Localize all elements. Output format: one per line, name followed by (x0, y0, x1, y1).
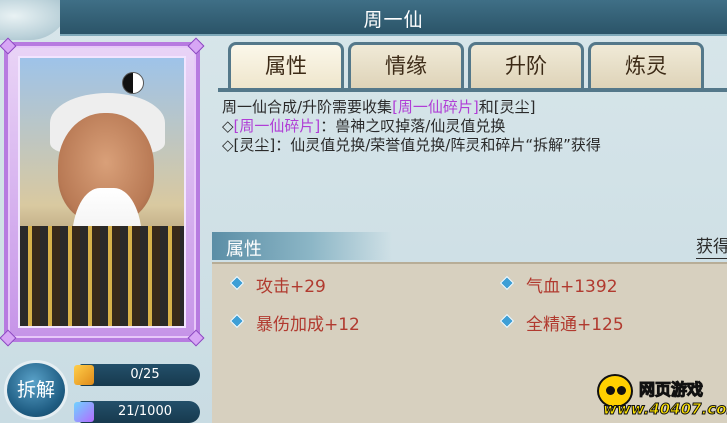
fragment-icon (74, 365, 94, 385)
logo-eye-icon (606, 386, 615, 395)
diamond-icon (499, 313, 515, 329)
description-line-1: 周一仙合成/升阶需要收集[周一仙碎片]和[灵尘] (222, 98, 727, 117)
diamond-icon (499, 275, 515, 291)
attribute-attack: 攻击+29 (256, 277, 326, 297)
description-line-1-text: 周一仙合成/升阶需要收集 (222, 98, 393, 116)
diamond-icon (229, 275, 245, 291)
character-portrait (18, 56, 186, 328)
card-corner-gem-icon (0, 329, 17, 347)
window-title: 周一仙 (363, 9, 424, 31)
attribute-crit-damage: 暴伤加成+12 (256, 315, 360, 335)
description-line-2-text: ：兽神之叹掉落/仙灵值兑换 (320, 117, 506, 135)
logo-eye-icon (617, 386, 626, 395)
title-bar: 周一仙 (60, 0, 727, 36)
tab-attributes[interactable]: 属性 (228, 42, 344, 88)
attribute-mastery: 全精通+125 (526, 315, 624, 335)
description-line-3: ◇[灵尘]：仙灵值兑换/荣誉值兑换/阵灵和碎片“拆解”获得 (222, 136, 601, 154)
description-line-1-tail: 和[灵尘] (478, 98, 536, 116)
tab-affinity[interactable]: 情缘 (348, 42, 464, 88)
decompose-button[interactable]: 拆解 (4, 360, 68, 420)
yinyang-icon (122, 72, 144, 94)
spirit-dust-icon (74, 402, 94, 422)
tab-refine[interactable]: 炼灵 (588, 42, 704, 88)
logo-text-bottom: www.40407.com (602, 400, 727, 419)
fragment-link[interactable]: [周一仙碎片] (392, 98, 479, 116)
obtain-link[interactable]: 获得 (696, 236, 727, 259)
attribute-health: 气血+1392 (526, 277, 618, 297)
character-card[interactable] (0, 37, 205, 347)
tab-advance[interactable]: 升阶 (468, 42, 584, 88)
tab-underline (218, 88, 727, 92)
description-line-2: ◇[周一仙碎片]：兽神之叹掉落/仙灵值兑换 (222, 117, 727, 136)
attribute-header-label: 属性 (226, 239, 262, 260)
game-window: 周一仙 拆解 0/25 21/1000 属性 情缘 升阶 炼灵 周一仙合成/升阶… (0, 0, 727, 423)
spirit-dust-count: 21/1000 (80, 401, 200, 423)
diamond-icon (229, 313, 245, 329)
card-corner-gem-icon (187, 329, 205, 347)
fragment-source-link[interactable]: [周一仙碎片] (234, 117, 321, 135)
site-logo: 网页游戏 www.40407.com (595, 370, 727, 423)
card-corner-gem-icon (0, 37, 17, 55)
bullet-icon: ◇ (222, 117, 234, 135)
logo-text-top: 网页游戏 (638, 380, 704, 400)
card-corner-gem-icon (187, 37, 205, 55)
description-text: 周一仙合成/升阶需要收集[周一仙碎片]和[灵尘] ◇[周一仙碎片]：兽神之叹掉落… (222, 98, 727, 155)
fragment-count: 0/25 (80, 364, 200, 386)
portrait-robe (20, 226, 184, 326)
